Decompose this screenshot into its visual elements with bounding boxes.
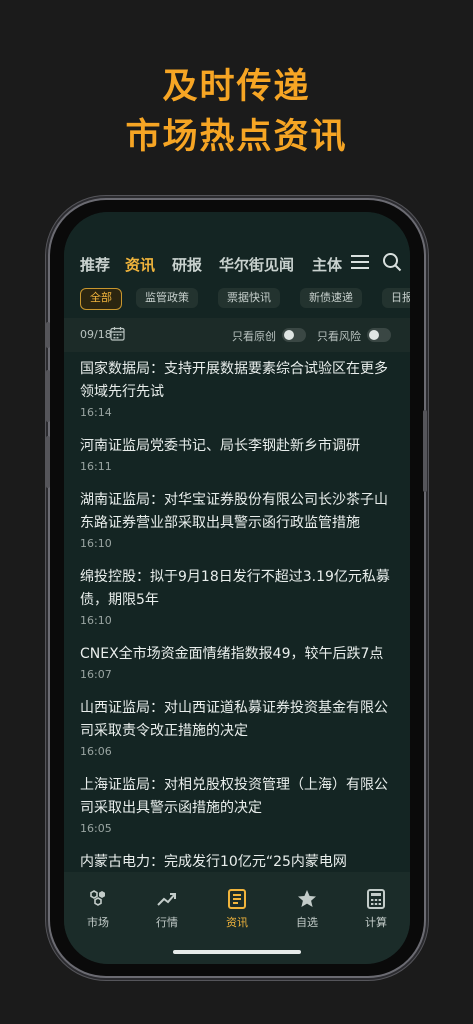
trend-up-icon — [157, 893, 176, 906]
tab-research[interactable]: 研报 — [172, 254, 202, 275]
news-time: 16:05 — [80, 822, 112, 835]
power-button — [423, 410, 427, 492]
news-item[interactable]: 山西证监局：对山西证道私募证券投资基金有限公司采取责令改正措施的决定 16:06 — [80, 697, 396, 758]
chip-all[interactable]: 全部 — [80, 288, 122, 310]
news-time: 16:14 — [80, 406, 112, 419]
news-item[interactable]: 河南证监局党委书记、局长李钢赴新乡市调研 16:11 — [80, 435, 396, 473]
date-label: 09/18 — [80, 328, 112, 341]
news-time: 16:07 — [80, 668, 112, 681]
nav-label: 资讯 — [226, 916, 248, 929]
news-item[interactable]: 国家数据局：支持开展数据要素综合试验区在更多领域先行先试 16:14 — [80, 358, 396, 419]
original-only-label: 只看原创 — [232, 330, 276, 343]
chip-daily[interactable]: 日报 — [382, 288, 410, 308]
nav-calculator[interactable]: 计算 — [346, 888, 406, 930]
headline-line-1: 及时传递 — [162, 67, 311, 107]
menu-icon[interactable] — [350, 252, 370, 272]
news-item[interactable]: CNEX全市场资金面情绪指数报49，较午后跌7点 16:07 — [80, 643, 396, 681]
news-item[interactable]: 上海证监局：对相兑股权投资管理（上海）有限公司采取出具警示函措施的决定 16:0… — [80, 774, 396, 835]
original-only-toggle[interactable] — [282, 328, 306, 342]
news-title: 山西证监局：对山西证道私募证券投资基金有限公司采取责令改正措施的决定 — [80, 700, 388, 739]
news-title: 绵投控股：拟于9月18日发行不超过3.19亿元私募债，期限5年 — [80, 569, 390, 608]
tab-recommend[interactable]: 推荐 — [80, 254, 110, 275]
nav-market[interactable]: 市场 — [68, 888, 128, 930]
volume-down-button — [46, 436, 50, 488]
news-time: 16:11 — [80, 460, 112, 473]
tab-wallstreetcn[interactable]: 华尔街见闻 — [219, 254, 294, 275]
home-indicator[interactable] — [173, 950, 301, 954]
search-icon[interactable] — [382, 252, 402, 272]
tab-entity[interactable]: 主体 — [312, 254, 346, 275]
chip-regulatory-policy[interactable]: 监管政策 — [136, 288, 198, 308]
news-list: 国家数据局：支持开展数据要素综合试验区在更多领域先行先试 16:14 河南证监局… — [64, 358, 410, 872]
hexagon-cluster-icon — [90, 890, 105, 906]
news-title: 河南证监局党委书记、局长李钢赴新乡市调研 — [80, 438, 360, 454]
nav-label: 自选 — [296, 916, 318, 929]
news-time: 16:10 — [80, 537, 112, 550]
calculator-icon — [367, 889, 385, 909]
volume-up-button — [46, 370, 50, 422]
nav-label: 行情 — [156, 916, 178, 929]
risk-only-label: 只看风险 — [317, 330, 361, 343]
nav-news[interactable]: 资讯 — [207, 888, 267, 930]
side-button — [46, 322, 50, 348]
app-screen: 推荐 资讯 研报 华尔街见闻 主体 全部 监管政策 票据快讯 新债速递 日报 0… — [64, 212, 410, 964]
news-time: 16:10 — [80, 614, 112, 627]
nav-quotes[interactable]: 行情 — [137, 888, 197, 930]
headline-line-2: 市场热点资讯 — [125, 117, 348, 157]
news-item[interactable]: 内蒙古电力：完成发行10亿元“25内蒙电网 — [80, 851, 396, 872]
news-title: 国家数据局：支持开展数据要素综合试验区在更多领域先行先试 — [80, 361, 388, 400]
star-icon — [298, 890, 316, 907]
news-title: CNEX全市场资金面情绪指数报49，较午后跌7点 — [80, 646, 384, 662]
risk-only-toggle[interactable] — [367, 328, 391, 342]
news-title: 内蒙古电力：完成发行10亿元“25内蒙电网 — [80, 854, 347, 870]
news-time: 16:06 — [80, 745, 112, 758]
filter-bar: 09/18 只看原创 只看风险 — [64, 318, 410, 352]
news-icon — [228, 889, 246, 909]
news-title: 湖南证监局：对华宝证券股份有限公司长沙茶子山东路证券营业部采取出具警示函行政监管… — [80, 492, 388, 531]
news-title: 上海证监局：对相兑股权投资管理（上海）有限公司采取出具警示函措施的决定 — [80, 777, 388, 816]
category-chips: 全部 监管政策 票据快讯 新债速递 日报 — [64, 286, 410, 314]
nav-watchlist[interactable]: 自选 — [277, 888, 337, 930]
nav-label: 市场 — [87, 916, 109, 929]
news-item[interactable]: 湖南证监局：对华宝证券股份有限公司长沙茶子山东路证券营业部采取出具警示函行政监管… — [80, 489, 396, 550]
calendar-icon[interactable] — [110, 326, 125, 341]
bottom-nav: 市场 行情 资讯 自选 计算 — [64, 872, 410, 964]
tab-news[interactable]: 资讯 — [125, 254, 155, 275]
chip-new-bonds[interactable]: 新债速递 — [300, 288, 362, 308]
news-item[interactable]: 绵投控股：拟于9月18日发行不超过3.19亿元私募债，期限5年 16:10 — [80, 566, 396, 627]
chip-bill-news[interactable]: 票据快讯 — [218, 288, 280, 308]
nav-label: 计算 — [365, 916, 387, 929]
